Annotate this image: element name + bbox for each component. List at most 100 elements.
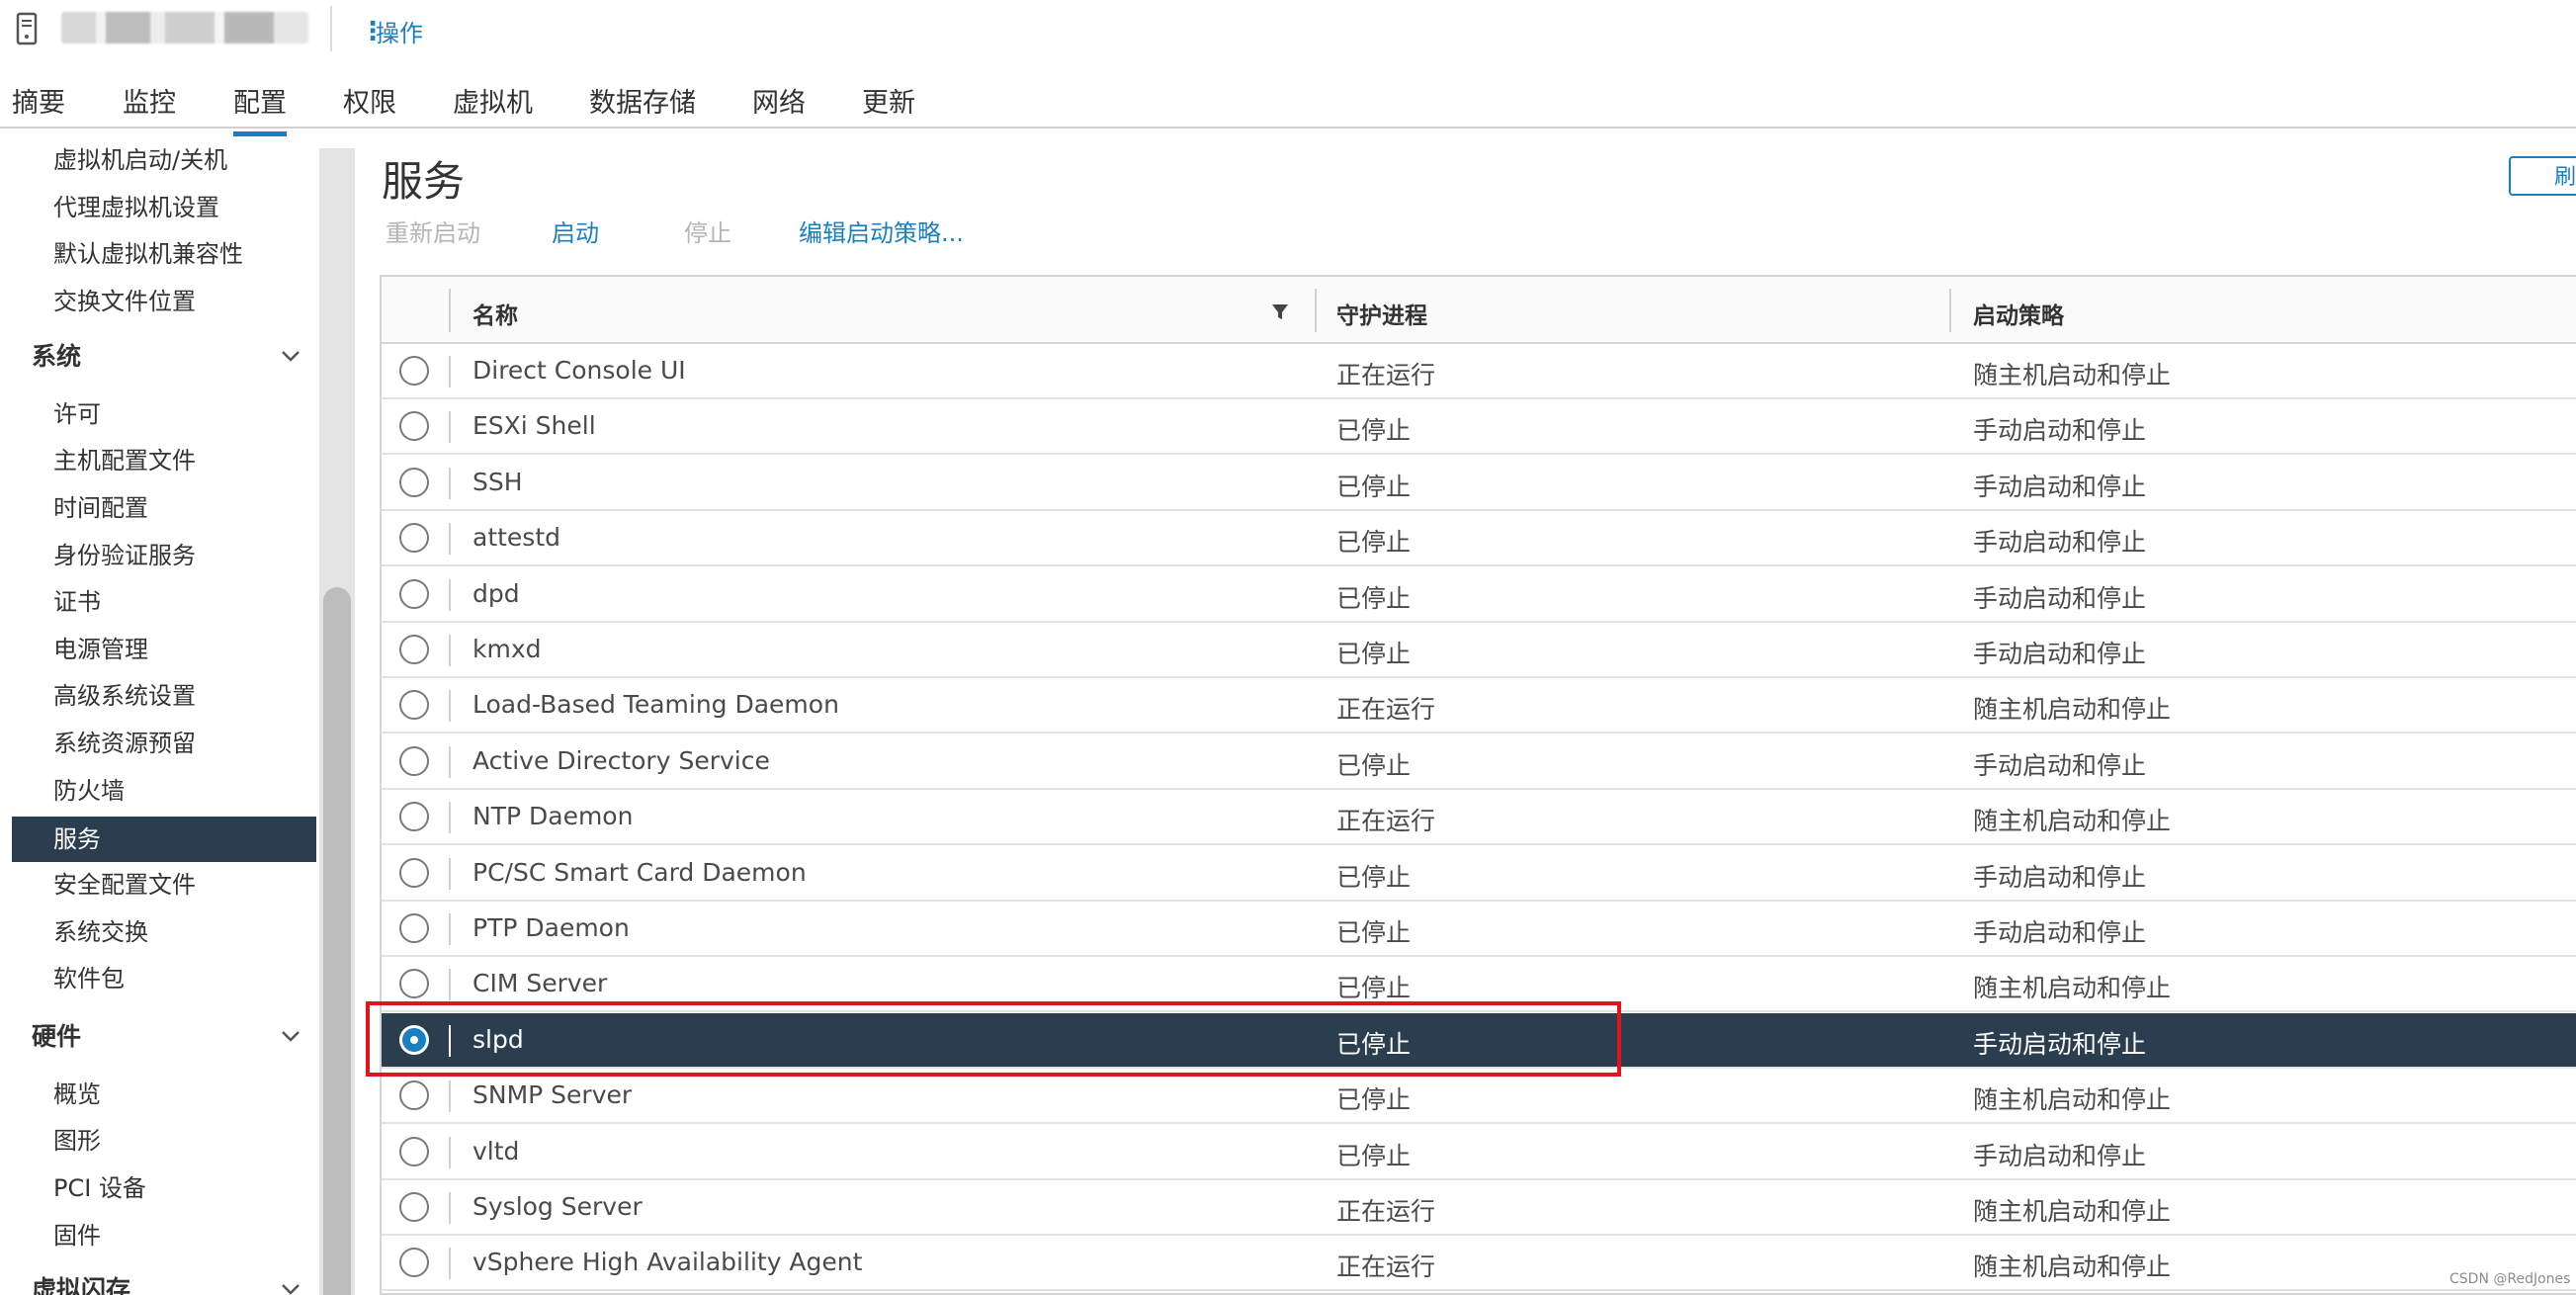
sidebar-item-firewall[interactable]: 防火墙 — [12, 768, 316, 814]
services-grid: 名称 守护进程 启动策略 Direct Console UI 正在运行 随主机启动和… — [380, 275, 2576, 1295]
row-radio-button[interactable] — [399, 1248, 429, 1278]
tab-permissions[interactable]: 权限 — [343, 81, 396, 131]
service-name-cell: SNMP Server — [472, 1080, 633, 1110]
sidebar-item-power-mgmt[interactable]: 电源管理 — [12, 627, 316, 672]
sidebar-item-resource-reservation[interactable]: 系统资源预留 — [12, 721, 316, 766]
tab-bar: 摘要 监控 配置 权限 虚拟机 数据存储 网络 更新 — [0, 71, 2576, 136]
row-radio-button[interactable] — [399, 1024, 429, 1055]
sidebar-item-auth-services[interactable]: 身份验证服务 — [12, 533, 316, 578]
row-radio-button[interactable] — [399, 1192, 429, 1222]
sidebar-group-hardware-label: 硬件 — [32, 1022, 82, 1051]
sidebar-group-virtual-flash-label: 虚拟闪存 — [32, 1275, 131, 1295]
table-row[interactable]: CIM Server 已停止 随主机启动和停止 — [382, 957, 2576, 1013]
sidebar-group-hardware[interactable]: 硬件 — [12, 1014, 304, 1060]
row-radio-button[interactable] — [399, 802, 429, 832]
row-radio-button[interactable] — [399, 467, 429, 497]
service-name-cell: PC/SC Smart Card Daemon — [472, 857, 807, 887]
sidebar-group-system[interactable]: 系统 — [12, 334, 304, 380]
table-row[interactable]: SNMP Server 已停止 随主机启动和停止 — [382, 1069, 2576, 1125]
table-row[interactable]: slpd 已停止 手动启动和停止 — [382, 1012, 2576, 1069]
grid-header: 名称 守护进程 启动策略 — [382, 277, 2576, 344]
edit-startup-policy-button[interactable]: 编辑启动策略... — [799, 214, 964, 248]
row-radio-button[interactable] — [399, 578, 429, 609]
row-radio-button[interactable] — [399, 745, 429, 776]
column-header-daemon[interactable]: 守护进程 — [1336, 297, 1427, 330]
column-separator — [449, 289, 451, 332]
table-row[interactable]: vltd 已停止 手动启动和停止 — [382, 1125, 2576, 1180]
sidebar-item-agent-vm-settings[interactable]: 代理虚拟机设置 — [12, 185, 316, 230]
table-row[interactable]: SSH 已停止 手动启动和停止 — [382, 456, 2576, 511]
restart-button[interactable]: 重新启动 — [386, 214, 480, 248]
sidebar-item-time-config[interactable]: 时间配置 — [12, 485, 316, 531]
table-row[interactable]: Syslog Server 正在运行 随主机启动和停止 — [382, 1180, 2576, 1236]
sidebar-item-packages[interactable]: 软件包 — [12, 956, 316, 1001]
column-header-name[interactable]: 名称 — [472, 297, 518, 330]
actions-menu-button[interactable]: ⋮ 操作 — [360, 14, 423, 48]
startup-policy-cell: 随主机启动和停止 — [1973, 1197, 2172, 1226]
row-radio-button[interactable] — [399, 523, 429, 554]
tab-datastores[interactable]: 数据存储 — [589, 81, 696, 131]
row-separator — [449, 745, 451, 778]
sidebar-item-advanced-settings[interactable]: 高级系统设置 — [12, 673, 316, 719]
sidebar-item-services[interactable]: 服务 — [12, 817, 316, 862]
sidebar-group-virtual-flash[interactable]: 虚拟闪存 — [12, 1267, 304, 1295]
row-radio-button[interactable] — [399, 690, 429, 721]
daemon-status-cell: 已停止 — [1336, 750, 1412, 780]
stop-button[interactable]: 停止 — [684, 214, 731, 248]
sidebar-item-certificate[interactable]: 证书 — [12, 579, 316, 625]
row-radio-button[interactable] — [399, 1080, 429, 1111]
table-row[interactable]: PTP Daemon 已停止 手动启动和停止 — [382, 902, 2576, 957]
table-row[interactable]: Direct Console UI 正在运行 随主机启动和停止 — [382, 344, 2576, 399]
start-button[interactable]: 启动 — [552, 214, 599, 248]
daemon-status-cell: 正在运行 — [1336, 361, 1436, 389]
sidebar-item-security-profile[interactable]: 安全配置文件 — [12, 862, 316, 907]
daemon-status-cell: 已停止 — [1336, 974, 1412, 1003]
sidebar-item-system-swap[interactable]: 系统交换 — [12, 909, 316, 955]
tab-updates[interactable]: 更新 — [862, 81, 915, 131]
sidebar-item-licensing[interactable]: 许可 — [12, 391, 316, 437]
table-row[interactable]: Load-Based Teaming Daemon 正在运行 随主机启动和停止 — [382, 678, 2576, 734]
tab-monitor[interactable]: 监控 — [123, 81, 176, 131]
table-row[interactable]: vSphere High Availability Agent 正在运行 随主机启动… — [382, 1236, 2576, 1292]
sidebar-item-firmware[interactable]: 固件 — [12, 1213, 316, 1258]
sidebar-item-swap-file-location[interactable]: 交换文件位置 — [12, 279, 316, 324]
sidebar-item-vm-startup-shutdown[interactable]: 虚拟机启动/关机 — [12, 137, 316, 183]
column-separator[interactable] — [1315, 289, 1317, 332]
table-row[interactable]: Active Directory Service 已停止 手动启动和停止 — [382, 734, 2576, 790]
row-separator — [449, 1136, 451, 1168]
service-name-cell: attestd — [472, 523, 561, 553]
startup-policy-cell: 手动启动和停止 — [1973, 583, 2147, 613]
sidebar-item-default-vm-compat[interactable]: 默认虚拟机兼容性 — [12, 231, 316, 277]
table-row[interactable]: dpd 已停止 手动启动和停止 — [382, 567, 2576, 623]
row-radio-button[interactable] — [399, 411, 429, 442]
table-row[interactable]: kmxd 已停止 手动启动和停止 — [382, 623, 2576, 678]
refresh-button[interactable]: 刷 — [2509, 156, 2576, 196]
column-header-startup-policy[interactable]: 启动策略 — [1973, 297, 2064, 330]
sidebar-item-host-profile[interactable]: 主机配置文件 — [12, 438, 316, 483]
tab-vms[interactable]: 虚拟机 — [453, 81, 533, 131]
row-radio-button[interactable] — [399, 969, 429, 999]
sidebar-scrollbar-thumb[interactable] — [323, 587, 351, 1295]
table-row[interactable]: PC/SC Smart Card Daemon 已停止 手动启动和停止 — [382, 846, 2576, 902]
sidebar-item-pci-devices[interactable]: PCI 设备 — [12, 1166, 316, 1211]
table-row[interactable]: NTP Daemon 正在运行 随主机启动和停止 — [382, 790, 2576, 846]
top-bar: ⋮ 操作 — [0, 0, 2576, 59]
tab-summary[interactable]: 摘要 — [12, 81, 65, 131]
row-radio-button[interactable] — [399, 635, 429, 664]
row-radio-button[interactable] — [399, 1136, 429, 1166]
sidebar-item-graphics[interactable]: 图形 — [12, 1118, 316, 1164]
daemon-status-cell: 已停止 — [1336, 640, 1412, 668]
row-separator — [449, 1248, 451, 1280]
sidebar-item-overview[interactable]: 概览 — [12, 1072, 316, 1117]
column-separator[interactable] — [1949, 289, 1951, 332]
actions-label: 操作 — [376, 20, 423, 47]
row-radio-button[interactable] — [399, 356, 429, 386]
table-row[interactable]: attestd 已停止 手动启动和停止 — [382, 511, 2576, 567]
table-row[interactable]: ESXi Shell 已停止 手动启动和停止 — [382, 399, 2576, 456]
daemon-status-cell: 已停止 — [1336, 862, 1412, 892]
row-radio-button[interactable] — [399, 857, 429, 888]
filter-icon[interactable] — [1269, 301, 1291, 322]
service-name-cell: NTP Daemon — [472, 802, 634, 831]
row-radio-button[interactable] — [399, 913, 429, 943]
tab-networks[interactable]: 网络 — [752, 81, 806, 131]
